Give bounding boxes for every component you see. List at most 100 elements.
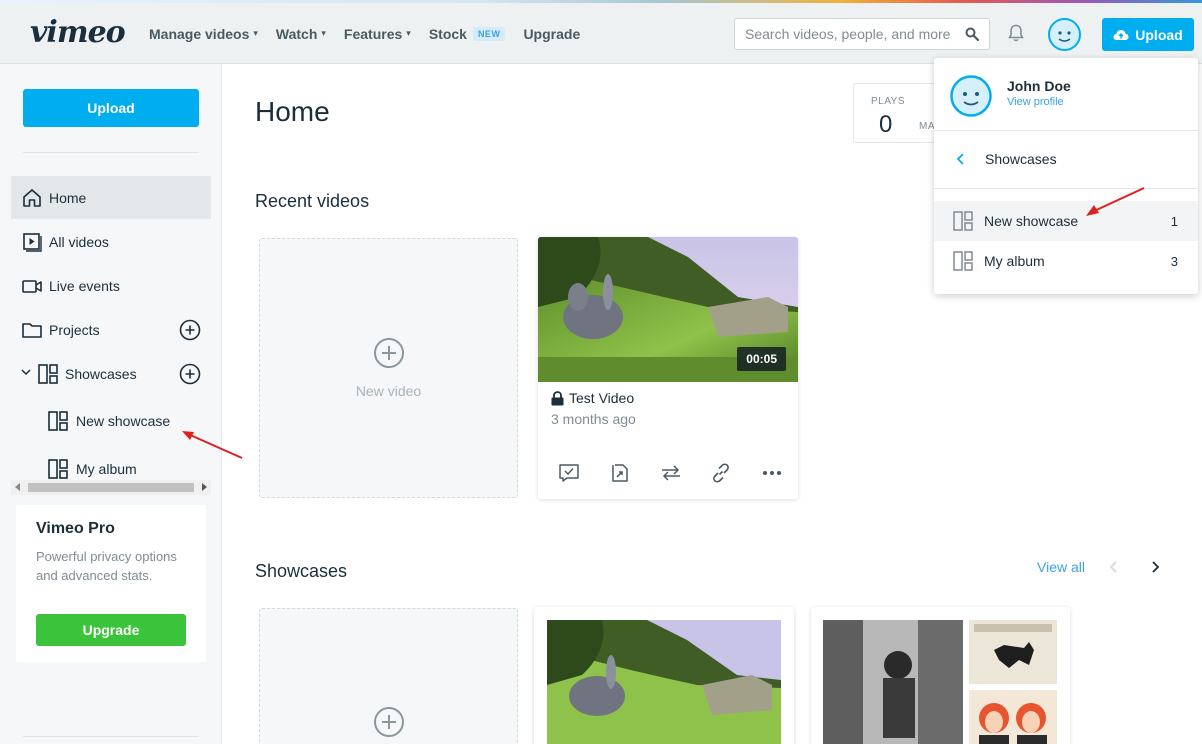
- sidebar-item-showcases[interactable]: Showcases: [11, 352, 211, 395]
- showcase-card[interactable]: [534, 607, 794, 744]
- stats-value: 0: [879, 111, 893, 138]
- home-icon: [21, 187, 43, 209]
- search-box: [734, 18, 990, 50]
- sidebar-item-all-videos[interactable]: All videos: [11, 220, 211, 263]
- user-name: John Doe: [1007, 78, 1071, 94]
- video-icon: [21, 231, 43, 253]
- nav-manage-videos[interactable]: Manage videos ▾: [149, 26, 258, 42]
- page-title: Home: [255, 96, 330, 127]
- scroll-left-arrow-icon[interactable]: [15, 483, 20, 491]
- sidebar-item-label: Live events: [49, 277, 120, 294]
- video-duration: 00:05: [737, 347, 786, 371]
- showcase-thumbnail-small: [969, 690, 1057, 744]
- nav-manage-videos-label: Manage videos: [149, 25, 250, 42]
- promo-title: Vimeo Pro: [36, 520, 115, 537]
- upgrade-button[interactable]: Upgrade: [36, 614, 186, 646]
- stats-label-secondary: MA: [919, 121, 935, 132]
- main-nav: Manage videos ▾ Watch ▾ Features ▾ Stock…: [149, 3, 598, 64]
- vimeo-pro-promo: Vimeo Pro Powerful privacy options and a…: [16, 505, 206, 662]
- sidebar-item-label: Home: [49, 189, 87, 206]
- search-icon[interactable]: [965, 27, 979, 41]
- sidebar-subitem-label: New showcase: [76, 413, 171, 429]
- upload-button-header[interactable]: Upload: [1102, 18, 1194, 51]
- showcase-icon: [37, 363, 59, 385]
- video-card[interactable]: 00:05 Test Video 3 months ago: [538, 237, 798, 499]
- nav-stock[interactable]: Stock NEW: [429, 26, 506, 42]
- chevron-down-icon[interactable]: [21, 368, 31, 379]
- chevron-down-icon: ▾: [406, 28, 411, 38]
- lock-icon: [551, 390, 564, 405]
- sidebar-item-home[interactable]: Home: [11, 176, 211, 219]
- showcases-heading: Showcases: [255, 561, 348, 581]
- chevron-down-icon: ▾: [321, 28, 326, 38]
- sidebar-divider: [23, 736, 199, 737]
- video-title-row[interactable]: Test Video: [551, 390, 634, 406]
- nav-features[interactable]: Features ▾: [344, 26, 411, 42]
- new-badge: NEW: [472, 26, 506, 41]
- review-icon[interactable]: [558, 462, 580, 484]
- share-icon[interactable]: [609, 462, 631, 484]
- new-video-label: New video: [355, 383, 422, 399]
- view-all-link[interactable]: View all: [1037, 559, 1085, 575]
- sidebar-item-projects[interactable]: Projects: [11, 308, 211, 351]
- scrollbar-thumb[interactable]: [28, 483, 194, 492]
- video-title: Test Video: [569, 390, 635, 406]
- showcase-icon: [48, 410, 70, 432]
- video-card-actions: [558, 462, 783, 484]
- chevron-left-icon: [956, 152, 970, 166]
- sidebar: Upload Home All videos Live events Proje…: [0, 64, 222, 744]
- user-avatar[interactable]: [950, 75, 992, 117]
- sidebar-horizontal-scrollbar[interactable]: [11, 480, 211, 495]
- upload-button-label: Upload: [1135, 26, 1183, 43]
- dropdown-divider: [934, 130, 1198, 131]
- camera-icon: [21, 275, 43, 297]
- sidebar-divider: [23, 152, 199, 153]
- promo-description: Powerful privacy options and advanced st…: [36, 549, 177, 583]
- video-upload-date: 3 months ago: [551, 411, 636, 427]
- new-showcase-tile[interactable]: [259, 608, 518, 744]
- notification-bell-icon[interactable]: [1006, 23, 1026, 43]
- dropdown-item-new-showcase[interactable]: New showcase 1: [934, 201, 1198, 241]
- chevron-left-icon[interactable]: [1107, 559, 1121, 575]
- chevron-right-icon[interactable]: [1148, 559, 1162, 575]
- back-to-showcases[interactable]: Showcases: [934, 138, 1198, 180]
- dropdown-divider: [934, 188, 1198, 189]
- showcase-thumbnail-small: [969, 620, 1057, 684]
- add-showcase-icon[interactable]: [179, 363, 201, 385]
- user-menu-dropdown: John Doe View profile Showcases New show…: [934, 58, 1198, 294]
- dropdown-item-label: New showcase: [984, 213, 1079, 229]
- sidebar-item-label: Projects: [49, 321, 100, 338]
- sidebar-item-label: All videos: [49, 233, 109, 250]
- sidebar-item-label: Showcases: [65, 365, 137, 382]
- showcase-card[interactable]: [811, 607, 1070, 744]
- plus-circle-icon: [373, 338, 404, 368]
- nav-features-label: Features: [343, 25, 403, 42]
- plus-circle-icon: [373, 707, 404, 737]
- nav-stock-label: Stock: [428, 25, 467, 42]
- nav-watch-label: Watch: [275, 25, 318, 42]
- new-video-tile[interactable]: New video: [259, 238, 518, 498]
- dropdown-item-count: 3: [1170, 253, 1178, 269]
- chevron-down-icon: ▾: [253, 28, 258, 38]
- showcase-thumbnail: [823, 620, 963, 744]
- sidebar-item-live-events[interactable]: Live events: [11, 264, 211, 307]
- dropdown-item-my-album[interactable]: My album 3: [934, 241, 1198, 281]
- scroll-right-arrow-icon[interactable]: [202, 483, 207, 491]
- nav-watch[interactable]: Watch ▾: [276, 26, 326, 42]
- link-icon[interactable]: [710, 462, 732, 484]
- vimeo-logo[interactable]: vimeo: [30, 15, 126, 50]
- cloud-upload-icon: [1113, 29, 1129, 40]
- search-input[interactable]: [735, 19, 950, 49]
- sidebar-subitem-label: My album: [76, 461, 137, 477]
- more-options-icon[interactable]: [761, 462, 783, 484]
- add-project-icon[interactable]: [179, 319, 201, 341]
- dropdown-item-label: My album: [984, 253, 1045, 269]
- nav-upgrade[interactable]: Upgrade: [523, 26, 580, 42]
- top-navigation-bar: vimeo Manage videos ▾ Watch ▾ Features ▾…: [0, 3, 1202, 64]
- back-label: Showcases: [985, 151, 1057, 167]
- sidebar-subitem-new-showcase[interactable]: New showcase: [48, 406, 170, 436]
- user-avatar[interactable]: [1048, 18, 1081, 51]
- view-profile-link[interactable]: View profile: [1007, 96, 1064, 108]
- replace-icon[interactable]: [660, 462, 682, 484]
- upload-button-sidebar[interactable]: Upload: [23, 89, 199, 127]
